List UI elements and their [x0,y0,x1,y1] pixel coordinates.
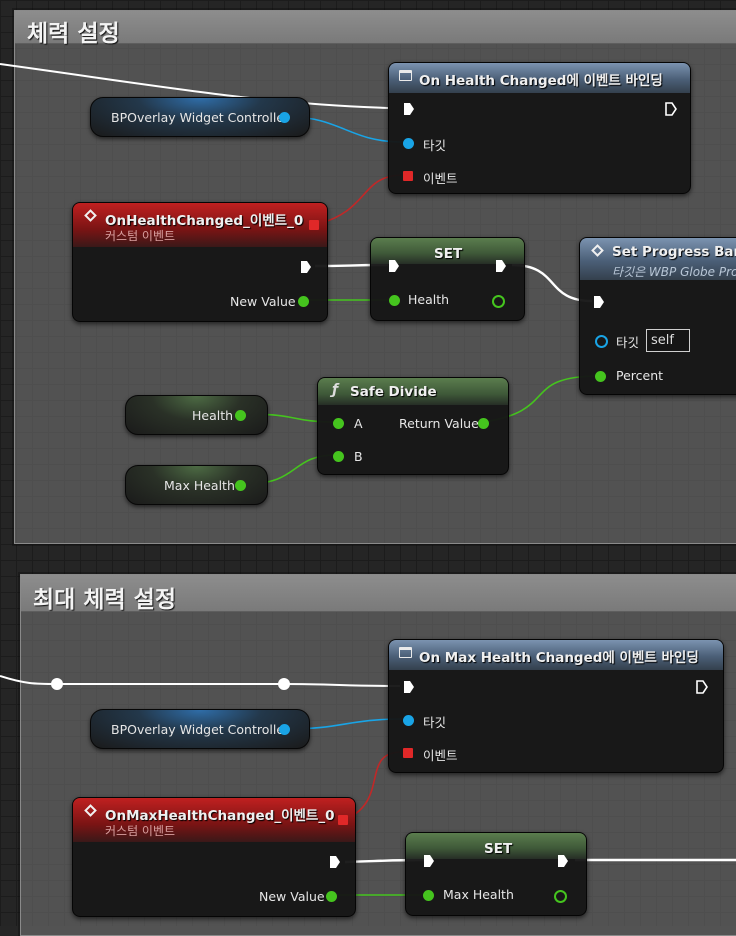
set-progress-bar-percent-node[interactable]: Set Progress Bar P 타깃은 WBP Globe Pro 타깃 … [579,237,736,395]
b-input-pin[interactable] [333,451,344,462]
bind-event-node-max-health[interactable]: On Max Health Changed에 이벤트 바인딩 타깃 이벤트 [388,639,724,773]
health-pin-label: Health [408,292,450,307]
new-value-label: New Value [230,294,296,309]
event-pin-label: 이벤트 [423,748,458,763]
node-title: SET [434,246,463,262]
event-pin-label: 이벤트 [423,171,458,186]
reroute-node[interactable] [51,678,63,690]
bp-overlay-widget-controller-getter[interactable]: BPOverlay Widget Controller [90,97,310,137]
max-health-output-pin[interactable] [554,890,567,903]
event-pin[interactable] [403,171,413,181]
target-self-field[interactable]: self [646,329,690,352]
node-subtitle: 커스텀 이벤트 [105,824,176,838]
max-health-input-pin[interactable] [423,890,434,901]
node-title: Set Progress Bar P [612,244,736,260]
bind-event-node-health[interactable]: On Health Changed에 이벤트 바인딩 타깃 이벤트 [388,62,691,194]
node-subtitle: 커스텀 이벤트 [105,229,176,243]
max-health-variable-getter[interactable]: Max Health [125,465,268,505]
exec-out-pin[interactable] [300,260,312,274]
percent-pin-label: Percent [616,368,664,383]
max-health-pin-label: Max Health [443,887,514,902]
exec-in-pin[interactable] [403,680,415,694]
function-icon [399,647,412,658]
exec-out-pin[interactable] [696,680,708,694]
percent-pin[interactable] [595,371,606,382]
output-pin[interactable] [279,724,290,735]
event-pin[interactable] [403,748,413,758]
exec-out-pin[interactable] [665,102,677,116]
target-pin[interactable] [595,335,608,348]
health-input-pin[interactable] [389,295,400,306]
function-icon [399,70,412,81]
new-value-pin[interactable] [326,891,337,902]
node-title: Safe Divide [350,384,437,400]
node-title: OnHealthChanged_이벤트_0 [105,213,304,229]
a-input-pin[interactable] [333,418,344,429]
return-value-pin[interactable] [478,418,489,429]
exec-in-pin[interactable] [593,295,605,309]
b-pin-label: B [354,449,363,464]
reroute-node[interactable] [278,678,290,690]
output-pin[interactable] [279,112,290,123]
health-variable-getter[interactable]: Health [125,395,268,435]
delegate-pin[interactable] [309,220,319,230]
exec-out-pin[interactable] [495,259,507,273]
exec-in-pin[interactable] [403,102,415,116]
getter-label: Max Health [164,478,235,493]
return-value-label: Return Value [399,416,479,431]
safe-divide-node[interactable]: ƒ Safe Divide A Return Value B [317,377,509,475]
exec-out-pin[interactable] [557,854,569,868]
exec-in-pin[interactable] [388,259,400,273]
target-pin-label: 타깃 [423,138,447,153]
function-f-icon: ƒ [332,382,339,398]
node-title: On Health Changed에 이벤트 바인딩 [419,73,663,89]
getter-label: Health [192,408,234,423]
set-max-health-node[interactable]: SET Max Health [405,832,587,916]
target-pin[interactable] [403,715,414,726]
output-pin[interactable] [235,480,246,491]
new-value-label: New Value [259,889,325,904]
node-title: SET [484,841,513,857]
exec-in-pin[interactable] [423,854,435,868]
target-pin-label: 타깃 [423,715,447,730]
getter-label: BPOverlay Widget Controller [111,722,290,737]
target-pin[interactable] [403,138,414,149]
node-title: OnMaxHealthChanged_이벤트_0 [105,808,335,824]
exec-out-pin[interactable] [329,855,341,869]
health-output-pin[interactable] [492,295,505,308]
bp-overlay-widget-controller-getter[interactable]: BPOverlay Widget Controller [90,709,310,749]
target-pin-label: 타깃 [616,335,640,350]
output-pin[interactable] [235,410,246,421]
a-pin-label: A [354,416,363,431]
node-title: On Max Health Changed에 이벤트 바인딩 [419,650,699,666]
getter-label: BPOverlay Widget Controller [111,110,290,125]
new-value-pin[interactable] [298,296,309,307]
set-health-node[interactable]: SET Health [370,237,525,321]
custom-event-node-max-health[interactable]: OnMaxHealthChanged_이벤트_0 커스텀 이벤트 New Val… [72,797,356,917]
node-subtitle: 타깃은 WBP Globe Pro [612,265,736,279]
delegate-pin[interactable] [338,815,348,825]
custom-event-node-health[interactable]: OnHealthChanged_이벤트_0 커스텀 이벤트 New Value [72,202,328,322]
